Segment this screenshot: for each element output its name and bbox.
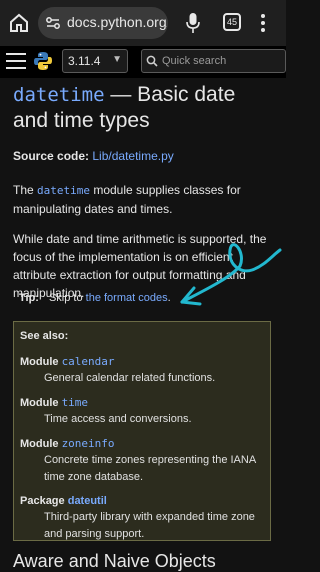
search-icon — [146, 55, 158, 67]
section-heading: Aware and Naive Objects — [13, 551, 216, 571]
see-also-kind: Module — [20, 438, 59, 450]
intro-module-link[interactable]: datetime — [37, 184, 90, 197]
tip-text: Skip to — [48, 292, 86, 304]
see-also-kind: Module — [20, 397, 59, 409]
intro-text-start: The — [13, 183, 38, 197]
search-placeholder: Quick search — [162, 55, 227, 67]
menu-icon[interactable] — [6, 53, 26, 69]
see-also-item: Module zoneinfo Concrete time zones repr… — [20, 437, 264, 486]
see-also-heading: See also: — [20, 330, 69, 342]
page-title: datetime — Basic date and time types — [13, 82, 275, 133]
see-also-desc: Third-party library with expanded time z… — [44, 511, 255, 540]
version-value: 3.11.4 — [68, 54, 101, 68]
see-also-link[interactable]: dateutil — [68, 495, 107, 507]
see-also-item: Package dateutil Third-party library wit… — [20, 495, 264, 543]
tip-line: Tip: Skip to the format codes. — [19, 292, 171, 304]
see-also-link[interactable]: time — [62, 396, 89, 409]
source-link[interactable]: Lib/datetime.py — [92, 149, 173, 163]
microphone-icon[interactable] — [186, 12, 200, 34]
tip-period: . — [167, 292, 171, 304]
see-also-desc: Time access and conversions. — [44, 413, 192, 425]
see-also-desc: Concrete time zones representing the IAN… — [44, 454, 256, 483]
url-text[interactable]: docs.python.org/ — [67, 14, 167, 30]
see-also-item: Module time Time access and conversions. — [20, 396, 264, 428]
main-content: datetime — Basic date and time types Sou… — [13, 82, 275, 302]
tip-label: Tip: — [19, 292, 39, 304]
site-info-icon[interactable] — [45, 15, 61, 31]
python-logo-icon[interactable] — [33, 51, 53, 71]
source-code-line: Source code: Lib/datetime.py — [13, 149, 275, 163]
chevron-down-icon: ▼ — [112, 54, 122, 65]
intro-paragraph: The datetime module supplies classes for… — [13, 181, 275, 218]
see-also-link[interactable]: zoneinfo — [62, 437, 115, 450]
see-also-desc: General calendar related functions. — [44, 372, 216, 384]
tab-switcher-button[interactable]: 45 — [223, 13, 241, 31]
see-also-box: See also: Module calendar General calend… — [13, 321, 271, 541]
home-icon[interactable] — [8, 12, 30, 34]
more-menu-icon[interactable] — [260, 13, 266, 33]
version-select[interactable]: 3.11.4 ▼ — [62, 49, 128, 73]
see-also-item: Module calendar General calendar related… — [20, 355, 264, 387]
source-label: Source code: — [13, 149, 90, 163]
page-title-code: datetime — [13, 84, 105, 106]
see-also-kind: Module — [20, 356, 59, 368]
see-also-link[interactable]: calendar — [62, 355, 115, 368]
format-codes-link[interactable]: the format codes — [86, 292, 168, 304]
see-also-kind: Package — [20, 495, 65, 507]
search-input[interactable]: Quick search — [141, 49, 286, 73]
